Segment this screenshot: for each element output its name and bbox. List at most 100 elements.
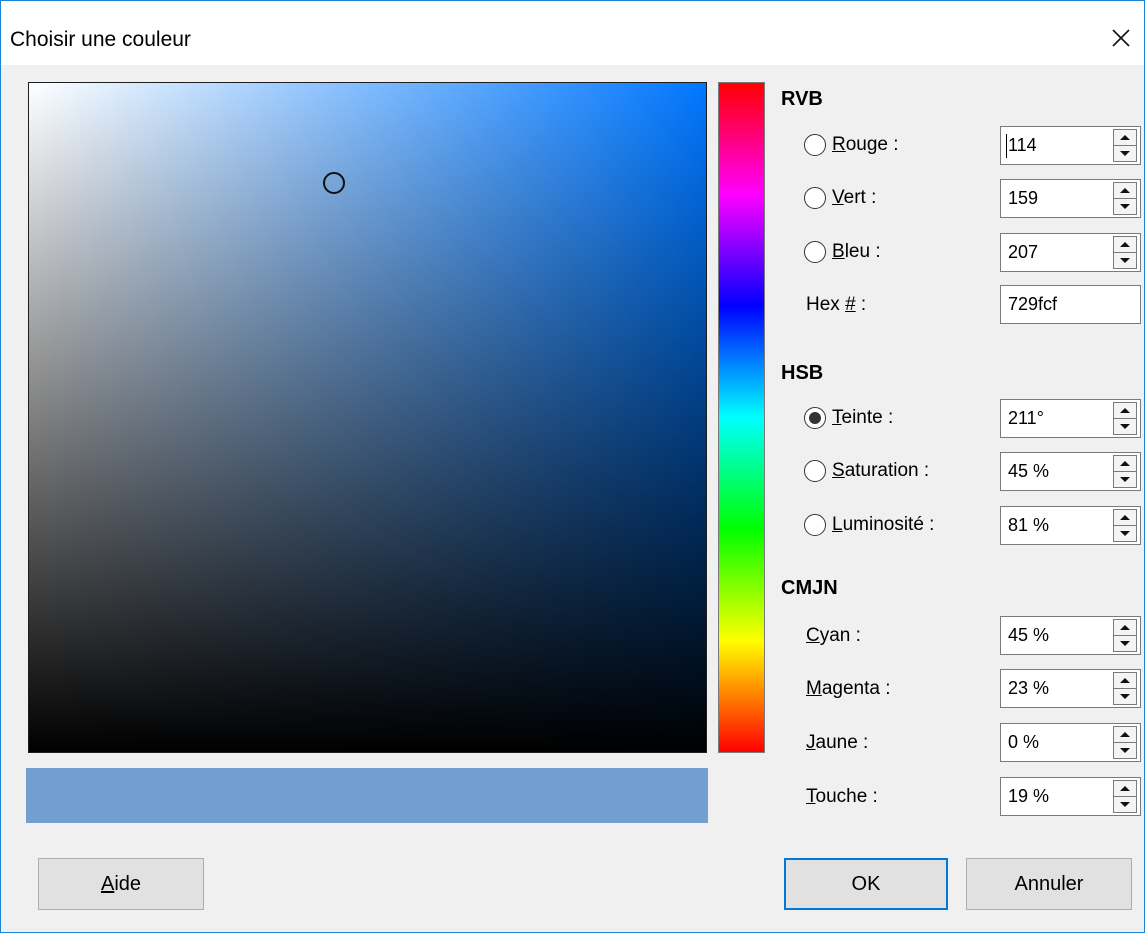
red-increment-button[interactable] — [1114, 130, 1136, 146]
arrow-down-icon — [1120, 424, 1130, 429]
red-label: Rouge : — [832, 134, 899, 155]
saturation-label: Saturation : — [832, 460, 930, 481]
blue-radio-row[interactable]: Bleu : — [804, 237, 881, 267]
color-selection-cursor[interactable] — [323, 172, 345, 194]
brightness-increment-button[interactable] — [1114, 510, 1136, 526]
arrow-down-icon — [1120, 258, 1130, 263]
cyan-label: Cyan : — [806, 625, 861, 646]
arrow-up-icon — [1120, 625, 1130, 630]
green-increment-button[interactable] — [1114, 183, 1136, 199]
arrow-up-icon — [1120, 188, 1130, 193]
green-radio[interactable] — [804, 187, 826, 209]
hue-slider[interactable] — [718, 82, 765, 753]
arrow-down-icon — [1120, 151, 1130, 156]
hex-input[interactable]: 729fcf — [1000, 285, 1141, 324]
arrow-down-icon — [1120, 748, 1130, 753]
yellow-label: Jaune : — [806, 732, 869, 753]
close-button[interactable] — [1098, 13, 1144, 63]
cyan-spinbox[interactable]: 45 % — [1000, 616, 1141, 655]
brightness-radio-row[interactable]: Luminosité : — [804, 510, 934, 540]
hue-label: Teinte : — [832, 407, 894, 428]
red-decrement-button[interactable] — [1114, 146, 1136, 161]
arrow-up-icon — [1120, 786, 1130, 791]
arrow-up-icon — [1120, 135, 1130, 140]
cyan-value[interactable]: 45 % — [1008, 617, 1049, 654]
red-radio[interactable] — [804, 134, 826, 156]
arrow-down-icon — [1120, 694, 1130, 699]
red-radio-row[interactable]: Rouge : — [804, 130, 899, 160]
hue-decrement-button[interactable] — [1114, 419, 1136, 434]
hue-increment-button[interactable] — [1114, 403, 1136, 419]
arrow-up-icon — [1120, 461, 1130, 466]
saturation-value[interactable]: 45 % — [1008, 453, 1049, 490]
green-label: Vert : — [832, 187, 877, 208]
cmyk-section-title: CMJN — [781, 577, 838, 599]
color-preview — [26, 768, 708, 823]
title-bar: Choisir une couleur — [1, 1, 1144, 65]
key-increment-button[interactable] — [1114, 781, 1136, 797]
saturation-radio[interactable] — [804, 460, 826, 482]
cancel-button[interactable]: Annuler — [966, 858, 1132, 910]
yellow-decrement-button[interactable] — [1114, 743, 1136, 758]
blue-spinbox[interactable]: 207 — [1000, 233, 1141, 272]
red-value[interactable]: 114 — [1008, 127, 1037, 164]
magenta-label: Magenta : — [806, 678, 891, 699]
arrow-down-icon — [1120, 477, 1130, 482]
hex-label: Hex # : — [806, 294, 867, 315]
help-button[interactable]: Aide — [38, 858, 204, 910]
cyan-increment-button[interactable] — [1114, 620, 1136, 636]
brightness-value[interactable]: 81 % — [1008, 507, 1049, 544]
red-spinbox[interactable]: 114 — [1000, 126, 1141, 165]
blue-label: Bleu : — [832, 241, 881, 262]
magenta-value[interactable]: 23 % — [1008, 670, 1049, 707]
rgb-section-title: RVB — [781, 88, 823, 110]
hue-radio-row[interactable]: Teinte : — [804, 403, 893, 433]
brightness-spinbox[interactable]: 81 % — [1000, 506, 1141, 545]
blue-value[interactable]: 207 — [1008, 234, 1038, 271]
arrow-down-icon — [1120, 531, 1130, 536]
yellow-increment-button[interactable] — [1114, 727, 1136, 743]
blue-decrement-button[interactable] — [1114, 253, 1136, 268]
dialog-title: Choisir une couleur — [10, 28, 191, 51]
arrow-down-icon — [1120, 802, 1130, 807]
hex-value[interactable]: 729fcf — [1008, 286, 1057, 323]
brightness-label: Luminosité : — [832, 514, 935, 535]
cyan-decrement-button[interactable] — [1114, 636, 1136, 651]
key-decrement-button[interactable] — [1114, 797, 1136, 812]
hue-spinbox[interactable]: 211° — [1000, 399, 1141, 438]
green-decrement-button[interactable] — [1114, 199, 1136, 214]
arrow-up-icon — [1120, 515, 1130, 520]
yellow-value[interactable]: 0 % — [1008, 724, 1039, 761]
saturation-increment-button[interactable] — [1114, 456, 1136, 472]
ok-button[interactable]: OK — [784, 858, 948, 910]
brightness-decrement-button[interactable] — [1114, 526, 1136, 541]
saturation-brightness-field[interactable] — [28, 82, 707, 753]
saturation-spinbox[interactable]: 45 % — [1000, 452, 1141, 491]
magenta-spinbox[interactable]: 23 % — [1000, 669, 1141, 708]
arrow-down-icon — [1120, 641, 1130, 646]
color-picker-dialog: Choisir une couleur RVB Rouge : 114 Vert… — [0, 0, 1145, 933]
green-radio-row[interactable]: Vert : — [804, 183, 876, 213]
arrow-up-icon — [1120, 732, 1130, 737]
arrow-down-icon — [1120, 204, 1130, 209]
arrow-up-icon — [1120, 242, 1130, 247]
key-spinbox[interactable]: 19 % — [1000, 777, 1141, 816]
close-icon — [1112, 29, 1130, 47]
hue-radio[interactable] — [804, 407, 826, 429]
hsb-section-title: HSB — [781, 362, 824, 384]
magenta-decrement-button[interactable] — [1114, 689, 1136, 704]
magenta-increment-button[interactable] — [1114, 673, 1136, 689]
key-label: Touche : — [806, 786, 878, 807]
brightness-radio[interactable] — [804, 514, 826, 536]
key-value[interactable]: 19 % — [1008, 778, 1049, 815]
saturation-radio-row[interactable]: Saturation : — [804, 456, 929, 486]
blue-increment-button[interactable] — [1114, 237, 1136, 253]
green-value[interactable]: 159 — [1008, 180, 1038, 217]
green-spinbox[interactable]: 159 — [1000, 179, 1141, 218]
blue-radio[interactable] — [804, 241, 826, 263]
saturation-decrement-button[interactable] — [1114, 472, 1136, 487]
arrow-up-icon — [1120, 678, 1130, 683]
yellow-spinbox[interactable]: 0 % — [1000, 723, 1141, 762]
arrow-up-icon — [1120, 408, 1130, 413]
hue-value[interactable]: 211° — [1008, 400, 1044, 437]
